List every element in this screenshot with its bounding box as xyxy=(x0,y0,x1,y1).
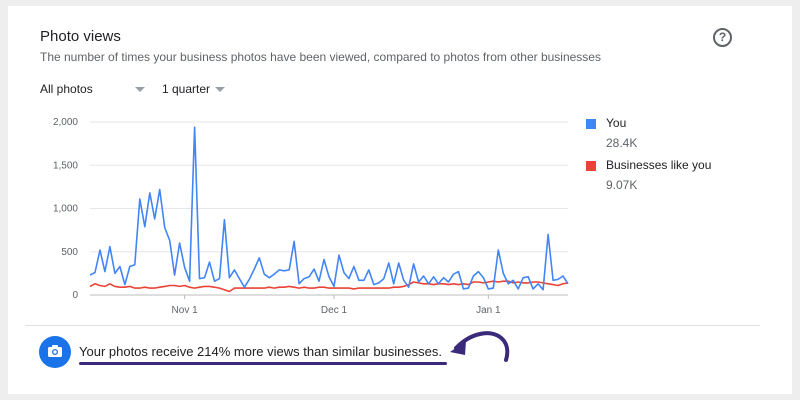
insight-underline xyxy=(79,362,447,365)
x-tick-label: Jan 1 xyxy=(476,305,501,316)
x-tick-label: Dec 1 xyxy=(321,305,348,316)
x-tick-label: Nov 1 xyxy=(172,305,199,316)
legend-name: You xyxy=(606,116,627,130)
y-tick-label: 1,000 xyxy=(53,204,78,215)
insight-text: Your photos receive 214% more views than… xyxy=(79,344,442,359)
legend-swatch xyxy=(586,119,596,129)
legend-swatch xyxy=(586,161,596,171)
legend-name: Businesses like you xyxy=(606,158,712,172)
series-line-businesses xyxy=(89,280,569,293)
y-tick-label: 1,500 xyxy=(53,160,78,171)
y-tick-label: 2,000 xyxy=(53,117,78,128)
legend-value: 9.07K xyxy=(606,178,638,192)
camera-icon xyxy=(39,336,71,368)
divider xyxy=(25,325,760,326)
legend-value: 28.4K xyxy=(606,136,638,150)
y-tick-label: 500 xyxy=(61,247,78,258)
y-tick-label: 0 xyxy=(72,290,78,301)
curved-arrow-icon xyxy=(450,331,510,362)
